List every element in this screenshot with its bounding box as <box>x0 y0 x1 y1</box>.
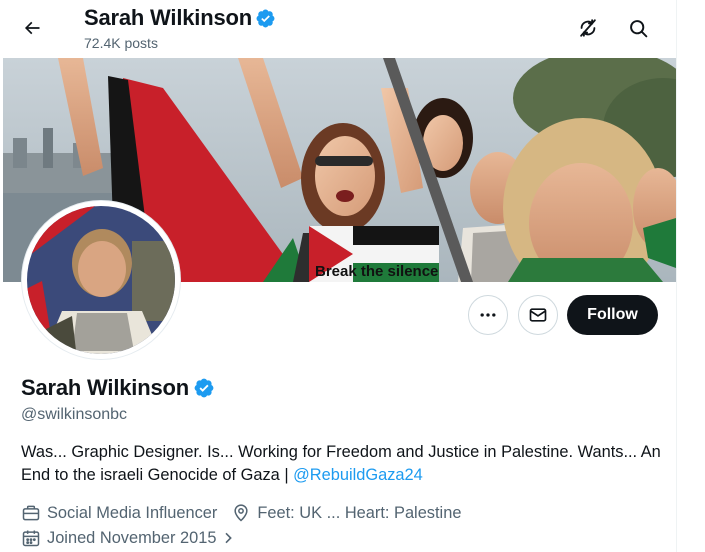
profile-name: Sarah Wilkinson <box>21 375 189 400</box>
profile-joined-row[interactable]: Joined November 2015 <box>21 528 242 548</box>
search-button[interactable] <box>620 10 656 46</box>
avatar-photo <box>22 201 180 359</box>
back-button[interactable] <box>14 10 50 46</box>
location-pin-icon <box>234 504 248 522</box>
message-button[interactable] <box>518 295 558 335</box>
header-title: Sarah Wilkinson <box>84 5 276 31</box>
back-arrow-icon <box>24 21 40 35</box>
profile-joined[interactable]: Joined November 2015 <box>21 528 242 548</box>
bio-mention-link[interactable]: @RebuildGaza24 <box>293 466 423 484</box>
profile-name-row: Sarah Wilkinson <box>21 375 215 401</box>
banner-sign-text: Break the silence <box>315 263 438 280</box>
profile-location: Feet: UK ... Heart: Palestine <box>231 503 461 523</box>
profile-column: Sarah Wilkinson 72.4K posts Break the si… <box>0 0 676 552</box>
mail-icon <box>529 308 547 322</box>
briefcase-icon <box>22 505 40 521</box>
verified-badge-icon <box>256 9 275 27</box>
profile-bio: Was... Graphic Designer. Is... Working f… <box>21 441 669 487</box>
search-icon <box>629 19 647 37</box>
header-name: Sarah Wilkinson <box>84 5 252 30</box>
profile-category: Social Media Influencer <box>21 503 217 523</box>
no-sync-button[interactable] <box>570 10 606 46</box>
profile-handle: @swilkinsonbc <box>21 406 128 423</box>
profile-category-text: Social Media Influencer <box>47 503 218 522</box>
profile-joined-text: Joined November 2015 <box>47 528 217 547</box>
follow-button[interactable]: Follow <box>567 295 658 335</box>
no-sync-icon <box>580 19 596 37</box>
calendar-icon <box>22 530 40 547</box>
more-options-button[interactable] <box>468 295 508 335</box>
profile-header-bar: Sarah Wilkinson 72.4K posts <box>0 0 676 58</box>
column-divider <box>676 0 677 552</box>
header-post-count: 72.4K posts <box>84 35 158 51</box>
verified-badge-icon[interactable] <box>193 377 215 399</box>
more-icon <box>480 313 496 317</box>
profile-location-text: Feet: UK ... Heart: Palestine <box>257 503 462 522</box>
chevron-right-icon <box>225 532 233 544</box>
profile-avatar[interactable] <box>22 201 180 359</box>
profile-meta-row: Social Media Influencer Feet: UK ... Hea… <box>21 503 461 523</box>
